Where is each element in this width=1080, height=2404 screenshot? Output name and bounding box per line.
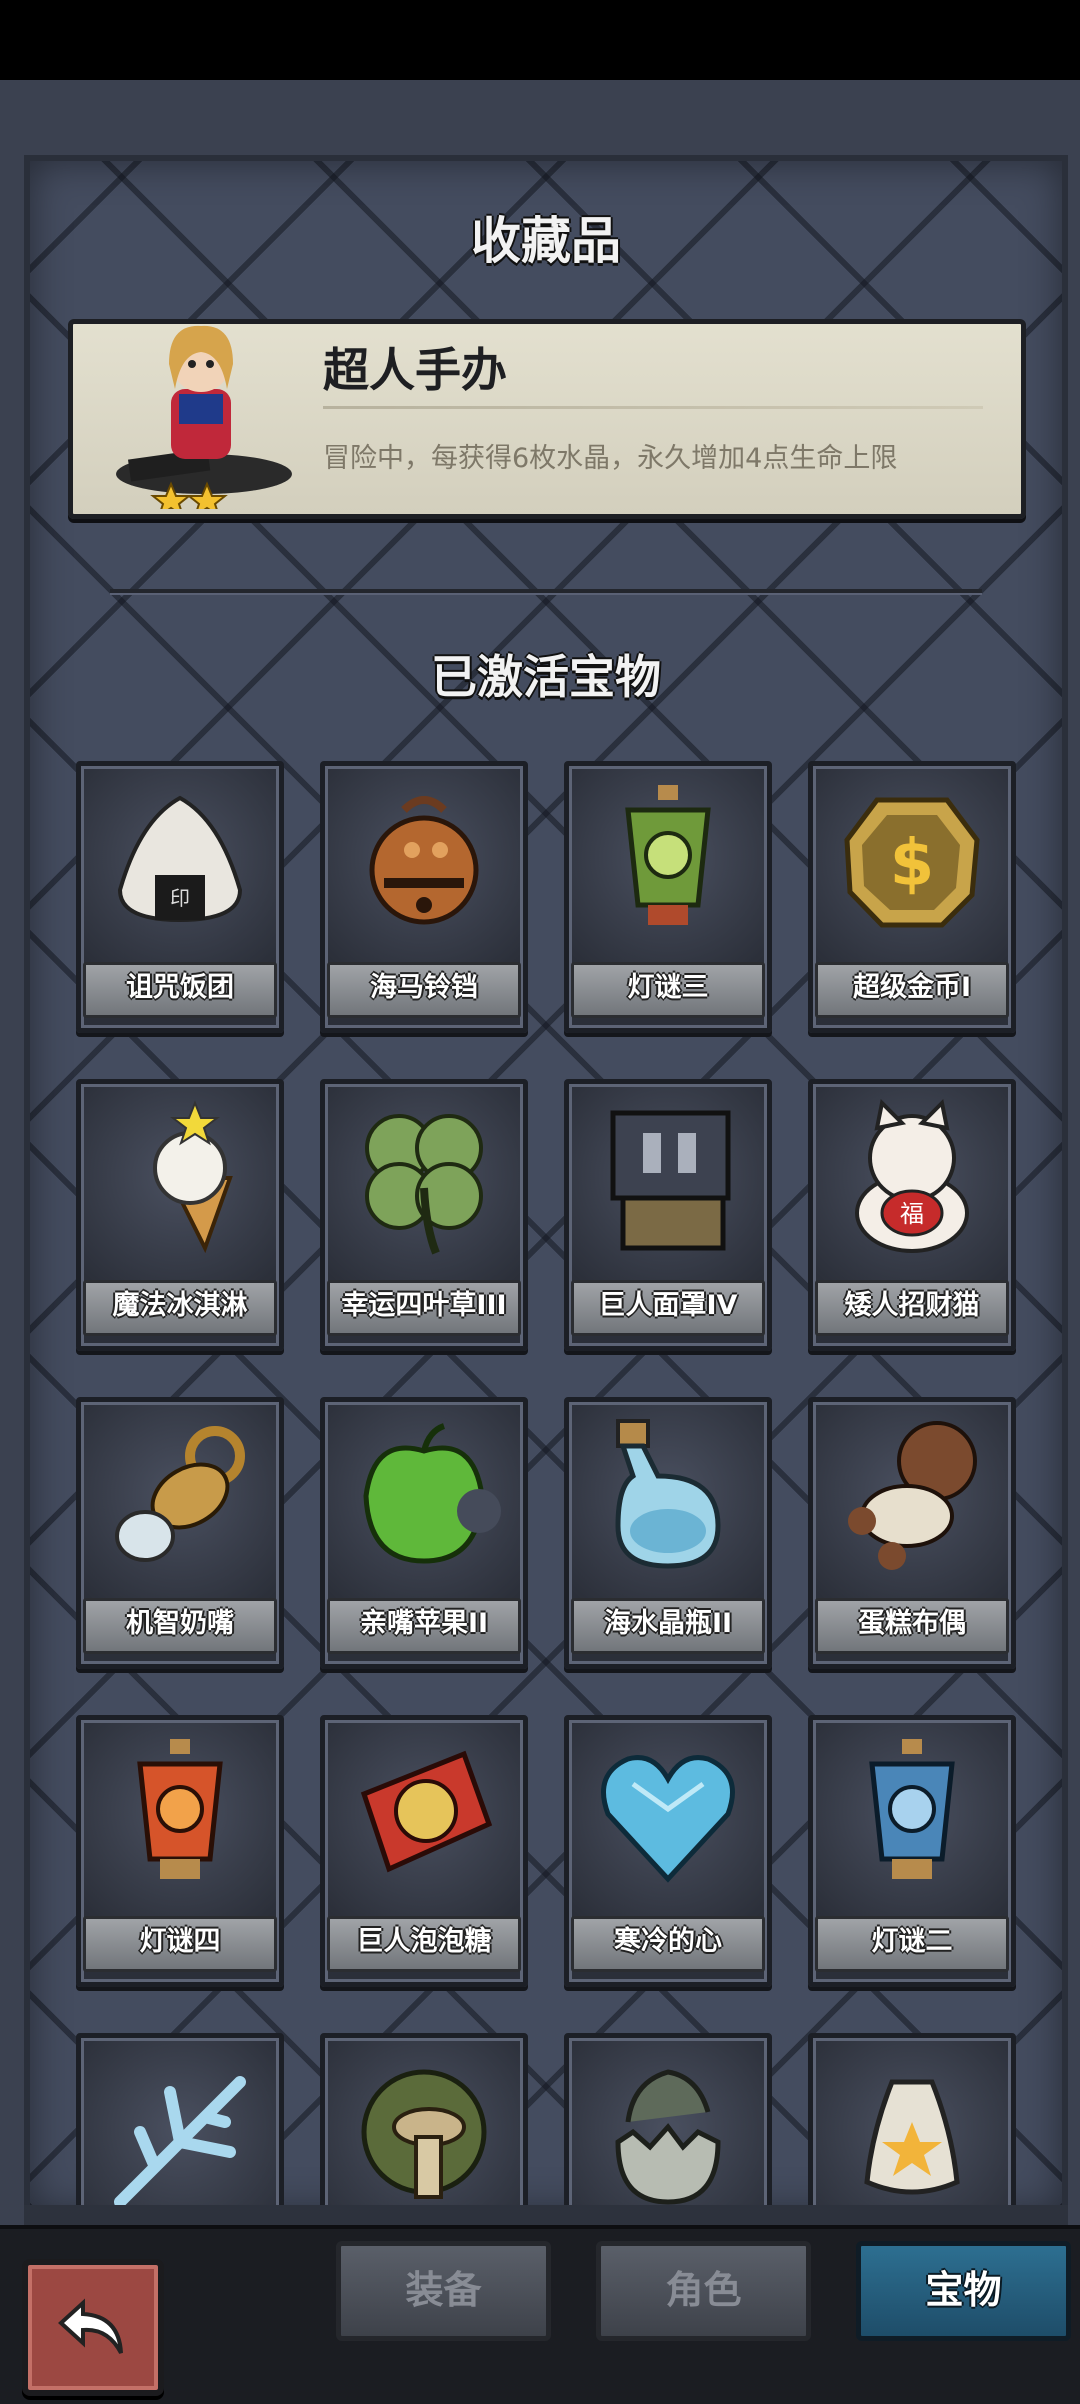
treasure-panel: 收藏品 超人手办 冒险中，每获得6枚水晶，永久增加4点生命上限 已激活宝物 印 … xyxy=(24,155,1068,2217)
ice-cream-icon xyxy=(153,1100,233,1254)
treasure-item[interactable]: 幸运四叶草III xyxy=(320,1079,528,1351)
panel-bottom-edge xyxy=(24,2205,1068,2225)
treasure-label: 魔法冰淇淋 xyxy=(83,1280,277,1336)
treasure-label: 海马铃铛 xyxy=(327,962,521,1018)
green-lantern-icon xyxy=(625,785,711,925)
svg-text:印: 印 xyxy=(170,886,190,910)
cake-doll-icon xyxy=(848,1421,977,1570)
treasure-label: 灯谜三 xyxy=(571,962,765,1018)
activated-treasures-title: 已激活宝物 xyxy=(431,650,661,704)
treasure-item[interactable]: 海水晶瓶II xyxy=(564,1397,772,1669)
treasure-item[interactable]: 灯谜二 xyxy=(808,1715,1016,1987)
treasure-item[interactable]: 巨人泡泡糖 xyxy=(320,1715,528,1987)
hero-figurine-icon xyxy=(116,325,292,509)
bitten-apple-icon xyxy=(363,1423,501,1564)
back-arrow-icon xyxy=(58,2297,123,2354)
bottle-icon xyxy=(615,1419,721,1569)
treasure-label: 巨人面罩IV xyxy=(571,1280,765,1336)
treasure-label: 幸运四叶草III xyxy=(327,1280,521,1336)
treasure-label: 灯谜二 xyxy=(815,1916,1009,1972)
red-lantern-icon xyxy=(137,1739,223,1879)
bottom-tab-bar: 装备 角色 宝物 xyxy=(0,2225,1080,2404)
treasure-item[interactable]: 海马铃铛 xyxy=(320,761,528,1033)
blue-lantern-icon xyxy=(869,1739,955,1879)
treasure-label: 超级金币I xyxy=(815,962,1009,1018)
giant-mask-icon xyxy=(610,1110,731,1251)
treasure-item[interactable]: 灯谜四 xyxy=(76,1715,284,1987)
broken-egg-icon xyxy=(615,2069,721,2205)
treasure-label: 亲嘴苹果II xyxy=(327,1598,521,1654)
back-button[interactable] xyxy=(22,2259,164,2396)
bubble-gum-icon xyxy=(360,1750,493,1873)
treasure-item[interactable] xyxy=(76,2033,284,2211)
treasure-item[interactable]: 寒冷的心 xyxy=(564,1715,772,1987)
treasure-label: 海水晶瓶II xyxy=(571,1598,765,1654)
tab-treasures[interactable]: 宝物 xyxy=(856,2241,1071,2341)
star-pouch-icon xyxy=(864,2079,960,2195)
collectible-divider xyxy=(323,406,983,409)
treasure-label: 灯谜四 xyxy=(83,1916,277,1972)
treasure-item[interactable] xyxy=(564,2033,772,2211)
svg-text:福: 福 xyxy=(900,1200,924,1228)
mushroom-icon xyxy=(361,2069,487,2199)
ice-heart-icon xyxy=(601,1755,735,1883)
treasure-item[interactable] xyxy=(320,2033,528,2211)
ice-coral-icon xyxy=(114,2076,246,2208)
treasure-item[interactable]: 巨人面罩IV xyxy=(564,1079,772,1351)
treasure-label: 寒冷的心 xyxy=(571,1916,765,1972)
status-bar xyxy=(0,0,1080,80)
collectible-card[interactable]: 超人手办 冒险中，每获得6枚水晶，永久增加4点生命上限 xyxy=(68,319,1026,519)
collectible-name: 超人手办 xyxy=(323,343,507,397)
treasure-label: 诅咒饭团 xyxy=(83,962,277,1018)
treasure-label: 机智奶嘴 xyxy=(83,1598,277,1654)
treasure-item[interactable]: 机智奶嘴 xyxy=(76,1397,284,1669)
treasure-item[interactable]: 魔法冰淇淋 xyxy=(76,1079,284,1351)
treasure-item[interactable]: 蛋糕布偶 xyxy=(808,1397,1016,1669)
svg-text:$: $ xyxy=(890,827,935,901)
collectible-description: 冒险中，每获得6枚水晶，永久增加4点生命上限 xyxy=(323,443,898,474)
treasure-item[interactable]: 印 诅咒饭团 xyxy=(76,761,284,1033)
treasure-label: 矮人招财猫 xyxy=(815,1280,1009,1336)
treasure-item[interactable]: 灯谜三 xyxy=(564,761,772,1033)
treasure-label: 蛋糕布偶 xyxy=(815,1598,1009,1654)
treasure-label: 巨人泡泡糖 xyxy=(327,1916,521,1972)
lucky-cat-icon: 福 xyxy=(855,1098,969,1253)
tab-characters[interactable]: 角色 xyxy=(596,2241,811,2341)
collection-title: 收藏品 xyxy=(471,212,621,270)
pacifier-icon xyxy=(115,1426,245,1562)
gold-coin-icon: $ xyxy=(844,797,980,928)
tab-equipment[interactable]: 装备 xyxy=(336,2241,551,2341)
section-divider xyxy=(110,589,982,593)
treasure-item[interactable]: $ 超级金币I xyxy=(808,761,1016,1033)
treasure-item[interactable]: 福 矮人招财猫 xyxy=(808,1079,1016,1351)
four-leaf-clover-icon xyxy=(365,1114,483,1255)
rice-ball-icon: 印 xyxy=(117,795,243,923)
treasure-item[interactable] xyxy=(808,2033,1016,2211)
bell-icon xyxy=(369,796,479,925)
treasure-item[interactable]: 亲嘴苹果II xyxy=(320,1397,528,1669)
